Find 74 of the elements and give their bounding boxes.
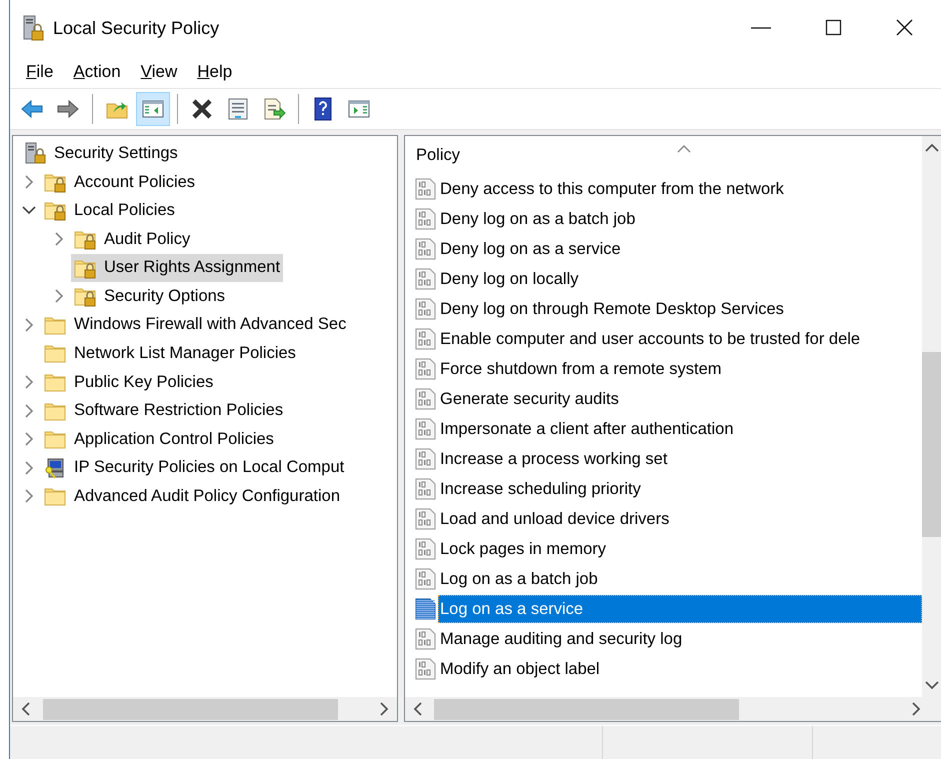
policy-item[interactable]: Load and unload device drivers bbox=[438, 505, 922, 533]
policy-icon bbox=[415, 508, 436, 530]
policy-item[interactable]: Enable computer and user accounts to be trusted for dele bbox=[438, 325, 922, 353]
x-icon bbox=[190, 97, 214, 121]
policy-item[interactable]: Manage auditing and security log bbox=[438, 625, 922, 653]
tree-item[interactable]: Security Settings bbox=[21, 139, 181, 168]
policy-icon bbox=[415, 268, 436, 290]
menu-item[interactable]: File bbox=[16, 57, 64, 87]
app-icon bbox=[22, 15, 44, 41]
export-list-icon bbox=[262, 97, 286, 121]
right-chevron-icon bbox=[911, 702, 921, 716]
menu-item[interactable]: Action bbox=[63, 57, 131, 87]
policy-item[interactable]: Deny log on as a batch job bbox=[438, 205, 922, 233]
tree-item[interactable]: IP Security Policies on Local Comput bbox=[41, 454, 348, 482]
policy-item[interactable]: Log on as a batch job bbox=[438, 565, 922, 593]
left-chevron-icon bbox=[413, 702, 423, 716]
column-header[interactable]: Policy bbox=[416, 142, 460, 168]
policy-item[interactable]: Deny log on through Remote Desktop Services bbox=[438, 295, 922, 323]
tree-item[interactable]: User Rights Assignment bbox=[71, 254, 284, 282]
window-title: Local Security Policy bbox=[53, 16, 220, 40]
policy-item[interactable]: Deny access to this computer from the network bbox=[438, 175, 922, 203]
policy-icon bbox=[415, 238, 436, 260]
policy-item[interactable]: Increase a process working set bbox=[438, 445, 922, 473]
policy-icon bbox=[415, 598, 436, 620]
policy-icon bbox=[415, 538, 436, 560]
server-lock-icon bbox=[24, 142, 46, 164]
maximize-icon bbox=[823, 18, 843, 38]
policy-item[interactable]: Deny log on as a service bbox=[438, 235, 922, 263]
policy-icon bbox=[415, 358, 436, 380]
policy-icon bbox=[415, 478, 436, 500]
policy-icon bbox=[415, 208, 436, 230]
console-tree-button[interactable] bbox=[136, 92, 170, 126]
tree-item[interactable]: Public Key Policies bbox=[41, 368, 216, 396]
left-chevron-icon bbox=[21, 702, 31, 716]
policy-icon bbox=[415, 658, 436, 680]
policy-item[interactable]: Log on as a service bbox=[438, 595, 922, 623]
policy-item[interactable]: Modify an object label bbox=[438, 655, 922, 683]
tree-item[interactable]: Software Restriction Policies bbox=[41, 396, 286, 425]
up-chevron-icon bbox=[924, 143, 938, 153]
policy-item[interactable]: Increase scheduling priority bbox=[438, 475, 922, 503]
computer-key-icon bbox=[44, 456, 66, 479]
tree-item[interactable]: Advanced Audit Policy Configuration bbox=[41, 482, 343, 510]
right-chevron-icon bbox=[379, 702, 389, 716]
tree-item[interactable]: Security Options bbox=[71, 282, 228, 310]
policy-item[interactable]: Lock pages in memory bbox=[438, 535, 922, 563]
left-arrow-icon bbox=[20, 97, 44, 121]
scroll-thumb[interactable] bbox=[434, 698, 739, 720]
minimize-icon bbox=[751, 27, 771, 29]
policy-icon bbox=[415, 298, 436, 320]
tree-item[interactable]: Application Control Policies bbox=[41, 425, 277, 454]
properties-icon bbox=[226, 97, 250, 121]
tree-item[interactable]: Local Policies bbox=[41, 196, 178, 224]
scroll-thumb[interactable] bbox=[922, 352, 941, 537]
tree-item[interactable]: Network List Manager Policies bbox=[41, 339, 299, 368]
policy-icon bbox=[415, 178, 436, 200]
policy-icon bbox=[415, 568, 436, 590]
policy-item[interactable]: Impersonate a client after authentication bbox=[438, 415, 922, 443]
policy-item[interactable]: Force shutdown from a remote system bbox=[438, 355, 922, 383]
policy-icon bbox=[415, 328, 436, 350]
right-arrow-icon bbox=[56, 97, 80, 121]
policy-item[interactable]: Deny log on locally bbox=[438, 265, 922, 293]
policy-icon bbox=[415, 628, 436, 650]
policy-icon bbox=[415, 388, 436, 410]
tree-item[interactable]: Account Policies bbox=[41, 168, 198, 196]
close-icon bbox=[895, 18, 915, 38]
tree-item[interactable]: Windows Firewall with Advanced Sec bbox=[41, 310, 350, 339]
scroll-thumb[interactable] bbox=[43, 698, 338, 720]
policy-item[interactable]: Generate security audits bbox=[438, 385, 922, 413]
menu-item[interactable]: Help bbox=[187, 57, 242, 87]
menu-item[interactable]: View bbox=[130, 57, 188, 87]
policy-icon bbox=[415, 448, 436, 470]
down-chevron-icon bbox=[924, 680, 938, 690]
policy-icon bbox=[415, 418, 436, 440]
tree-item[interactable]: Audit Policy bbox=[71, 225, 194, 254]
